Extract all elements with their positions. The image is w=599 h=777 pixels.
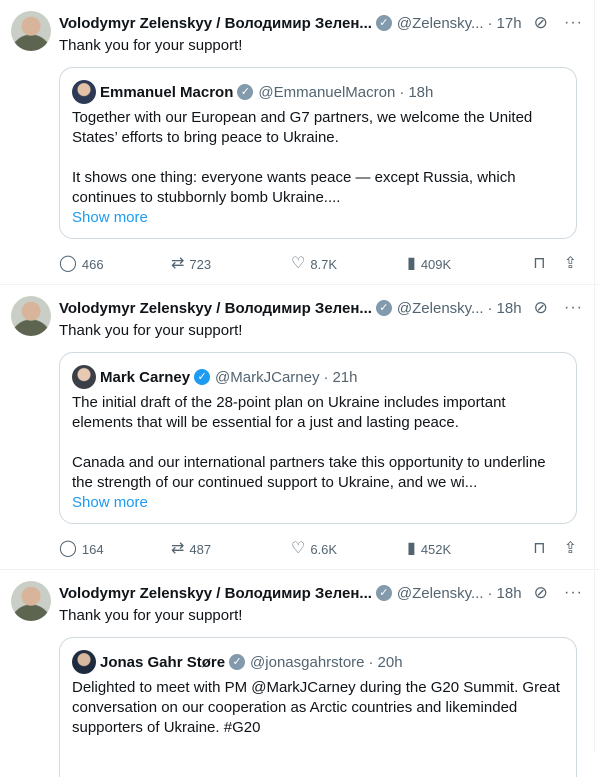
reply-icon: ◯ — [59, 255, 77, 272]
repost-button[interactable]: ⇄ 487 — [171, 541, 291, 557]
tweet-time[interactable]: 18h — [497, 300, 522, 317]
quoted-tweet[interactable]: Jonas Gahr Støre ✓ @jonasgahrstore · 20h… — [59, 637, 577, 777]
share-icon[interactable]: ⇪ — [564, 256, 577, 272]
quote-header: Emmanuel Macron ✓ @EmmanuelMacron · 18h — [72, 80, 566, 104]
separator-dot: · — [487, 299, 493, 317]
quote-paragraph: Canada and our international partners ta… — [72, 454, 546, 491]
quote-time: 20h — [377, 653, 403, 671]
share-icon[interactable]: ⇪ — [564, 541, 577, 557]
action-bar: ◯ 164 ⇄ 487 ♡ 6.6K ▮ 452K ⊓ ⇪ — [59, 539, 577, 559]
separator-dot: · — [323, 368, 329, 386]
quote-time: 18h — [408, 83, 434, 101]
tweet-time[interactable]: 17h — [497, 15, 522, 32]
bookmark-icon[interactable]: ⊓ — [533, 541, 545, 557]
tweet-text: Thank you for your support! — [59, 607, 243, 624]
quote-author-name: Emmanuel Macron — [100, 83, 234, 101]
like-button[interactable]: ♡ 8.7K — [291, 256, 407, 272]
quote-body: Delighted to meet with PM @MarkJCarney d… — [72, 678, 564, 738]
reply-button[interactable]: ◯ 164 — [59, 541, 171, 557]
separator-dot: · — [399, 83, 405, 101]
tweet-text: Thank you for your support! — [59, 322, 243, 339]
action-bar: ◯ 466 ⇄ 723 ♡ 8.7K ▮ 409K ⊓ ⇪ — [59, 254, 577, 274]
quote-avatar — [72, 80, 96, 104]
views-button[interactable]: ▮ 409K — [407, 256, 525, 272]
quote-header: Jonas Gahr Støre ✓ @jonasgahrstore · 20h — [72, 650, 566, 674]
avatar[interactable] — [11, 581, 51, 621]
more-dots-icon[interactable]: ··· — [564, 584, 589, 602]
bookmark-icon[interactable]: ⊓ — [533, 256, 545, 272]
more-dots-icon[interactable]: ··· — [564, 299, 589, 317]
tweet-time[interactable]: 18h — [497, 585, 522, 602]
quote-paragraph: It shows one thing: everyone wants peace… — [72, 169, 516, 206]
reply-button[interactable]: ◯ 466 — [59, 256, 171, 272]
quoted-tweet[interactable]: Emmanuel Macron ✓ @EmmanuelMacron · 18h … — [59, 67, 577, 239]
quote-paragraph: Together with our European and G7 partne… — [72, 109, 533, 146]
quote-author-name: Jonas Gahr Støre — [100, 653, 226, 671]
verified-badge-icon: ✓ — [375, 300, 392, 316]
quote-body: Together with our European and G7 partne… — [72, 108, 564, 228]
tweet-3[interactable]: Volodymyr Zelenskyy / Володимир Зелен...… — [0, 570, 599, 777]
quote-author-handle: @jonasgahrstore — [250, 653, 365, 671]
avatar[interactable] — [11, 296, 51, 336]
views-chart-icon: ▮ — [407, 540, 416, 557]
repost-button[interactable]: ⇄ 723 — [171, 256, 291, 272]
quote-avatar — [72, 365, 96, 389]
quote-author-handle: @MarkJCarney — [215, 368, 320, 386]
like-button[interactable]: ♡ 6.6K — [291, 541, 407, 557]
quote-paragraph: Delighted to meet with PM @MarkJCarney d… — [72, 679, 560, 736]
tweet-text: Thank you for your support! — [59, 37, 243, 54]
grok-slash-icon[interactable]: ⊘ — [534, 13, 548, 33]
separator-dot: · — [368, 653, 374, 671]
show-more-link[interactable]: Show more — [72, 493, 564, 513]
tweet-1[interactable]: Volodymyr Zelenskyy / Володимир Зелен...… — [0, 0, 599, 285]
author-handle[interactable]: @Zelensky... — [397, 585, 484, 602]
heart-icon: ♡ — [291, 255, 306, 272]
repost-count: 723 — [189, 256, 212, 272]
quote-paragraph: The initial draft of the 28-point plan o… — [72, 394, 506, 431]
repost-count: 487 — [189, 541, 212, 557]
reply-icon: ◯ — [59, 540, 77, 557]
repost-icon: ⇄ — [171, 540, 185, 557]
repost-icon: ⇄ — [171, 255, 185, 272]
reply-count: 164 — [81, 541, 104, 557]
author-name[interactable]: Volodymyr Zelenskyy / Володимир Зелен... — [59, 300, 372, 317]
like-count: 6.6K — [310, 541, 338, 557]
more-dots-icon[interactable]: ··· — [564, 14, 589, 32]
verified-badge-icon: ✓ — [229, 654, 246, 670]
quote-header: Mark Carney ✓ @MarkJCarney · 21h — [72, 365, 566, 389]
grok-slash-icon[interactable]: ⊘ — [534, 583, 548, 603]
views-chart-icon: ▮ — [407, 255, 416, 272]
quote-author-name: Mark Carney — [100, 368, 191, 386]
author-name[interactable]: Volodymyr Zelenskyy / Володимир Зелен... — [59, 585, 372, 602]
author-name[interactable]: Volodymyr Zelenskyy / Володимир Зелен... — [59, 15, 372, 32]
verified-badge-icon: ✓ — [375, 585, 392, 601]
avatar[interactable] — [11, 11, 51, 51]
separator-dot: · — [487, 584, 493, 602]
verified-badge-icon: ✓ — [375, 15, 392, 31]
views-count: 409K — [420, 256, 452, 272]
quoted-tweet[interactable]: Mark Carney ✓ @MarkJCarney · 21h The ini… — [59, 352, 577, 524]
tweet-header: Volodymyr Zelenskyy / Володимир Зелен...… — [59, 13, 589, 33]
quote-author-handle: @EmmanuelMacron — [258, 83, 396, 101]
heart-icon: ♡ — [291, 540, 306, 557]
quote-time: 21h — [332, 368, 358, 386]
quote-avatar — [72, 650, 96, 674]
views-button[interactable]: ▮ 452K — [407, 541, 525, 557]
verified-badge-icon: ✓ — [237, 84, 254, 100]
tweet-2[interactable]: Volodymyr Zelenskyy / Володимир Зелен...… — [0, 285, 599, 570]
show-more-link[interactable]: Show more — [72, 208, 564, 228]
like-count: 8.7K — [310, 256, 338, 272]
reply-count: 466 — [81, 256, 104, 272]
grok-slash-icon[interactable]: ⊘ — [534, 298, 548, 318]
tweet-header: Volodymyr Zelenskyy / Володимир Зелен...… — [59, 583, 589, 603]
author-handle[interactable]: @Zelensky... — [397, 300, 484, 317]
tweet-header: Volodymyr Zelenskyy / Володимир Зелен...… — [59, 298, 589, 318]
author-handle[interactable]: @Zelensky... — [397, 15, 484, 32]
views-count: 452K — [420, 541, 452, 557]
separator-dot: · — [487, 14, 493, 32]
quote-body: The initial draft of the 28-point plan o… — [72, 393, 564, 513]
verified-badge-icon: ✓ — [194, 369, 211, 385]
